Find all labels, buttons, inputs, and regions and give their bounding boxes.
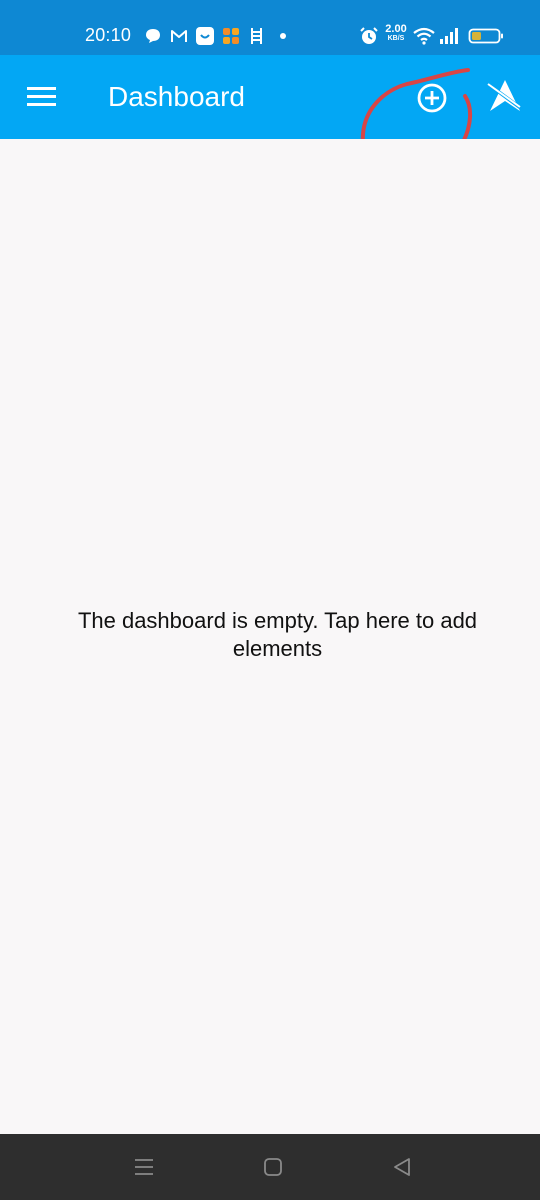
net-speed: 2.00 KB/S [381,23,411,43]
signal-icon [440,28,458,44]
home-icon[interactable] [261,1155,285,1179]
navigation-arrow-icon [486,80,524,111]
back-icon[interactable] [390,1155,414,1179]
add-element-button[interactable] [412,78,452,118]
hamburger-line [27,103,56,106]
system-nav-bar [0,1134,540,1200]
screen: 20:10 2.00 KB/S Dashboard The dashboard … [0,0,540,1200]
hamburger-menu-icon [27,87,56,90]
wifi-icon [413,27,435,45]
add-circle-icon [417,83,447,113]
battery-icon [468,28,503,44]
ladder-icon [251,28,262,44]
chat-icon [146,29,160,43]
dot-icon [280,33,286,39]
recent-apps-icon[interactable] [132,1155,156,1179]
gmail-icon [171,30,187,42]
app-smile-icon [196,27,214,45]
net-speed-unit: KB/S [387,35,405,42]
app-bar: Dashboard [0,55,540,139]
hamburger-line [27,95,56,98]
menu-button[interactable] [22,82,62,112]
status-bar: 20:10 2.00 KB/S [0,0,540,55]
dashboard-content: The dashboard is empty. Tap here to add … [0,139,540,1134]
page-title: Dashboard [108,81,245,112]
alarm-icon [360,27,378,44]
status-time: 20:10 [85,25,132,45]
app-orange-icon [223,28,239,44]
net-speed-value: 2.00 [385,23,407,35]
empty-dashboard-message[interactable]: The dashboard is empty. Tap here to add … [40,607,515,663]
navigation-button[interactable] [484,75,526,117]
